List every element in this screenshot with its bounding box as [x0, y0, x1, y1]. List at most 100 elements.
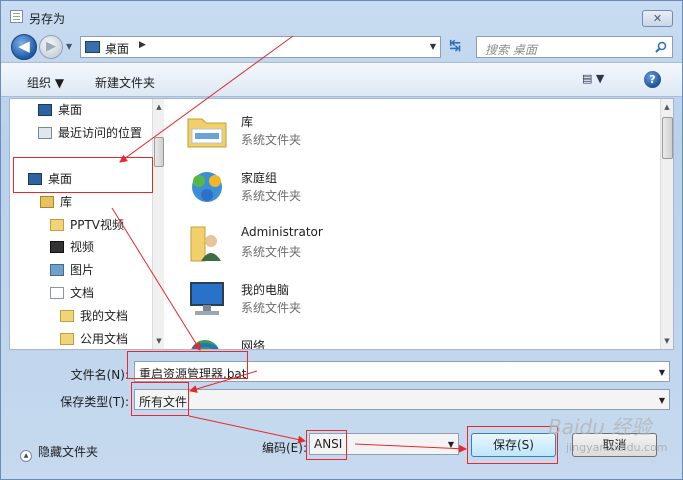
- browser-area: 桌面 最近访问的位置 桌面 库 PPTV视频 视频 图片 文档 我的文档 公用文…: [9, 98, 674, 350]
- sidebar-item-my-documents[interactable]: 我的文档: [60, 306, 128, 326]
- sidebar-item-label: 我的文档: [80, 309, 129, 323]
- filetype-select[interactable]: 所有文件 ▼: [134, 389, 670, 410]
- sidebar-item-desktop[interactable]: 桌面: [38, 100, 82, 120]
- file-type: 系统文件夹: [241, 245, 302, 259]
- list-item[interactable]: 家庭组 系统文件夹: [185, 163, 625, 213]
- filename-field[interactable]: 重启资源管理器.bat ▼: [134, 361, 670, 382]
- encoding-label: 编码(E):: [262, 441, 307, 455]
- watermark-url: jingyan.baidu.com: [566, 441, 668, 454]
- encoding-select[interactable]: ANSI ▼: [309, 433, 459, 455]
- sidebar-item-public-documents[interactable]: 公用文档: [60, 329, 128, 349]
- encoding-dropdown-icon[interactable]: ▼: [448, 440, 454, 449]
- list-item[interactable]: Administrator 系统文件夹: [185, 219, 625, 269]
- desktop-icon: [85, 41, 100, 53]
- recent-places-icon: [38, 127, 52, 139]
- file-type: 系统文件夹: [241, 133, 302, 147]
- filename-label: 文件名(N):: [70, 368, 129, 382]
- navigation-bar: ◀ ▶ ▼ 桌面 ▶ ▼ ↹ 搜索 桌面: [1, 31, 682, 61]
- computer-icon: [190, 282, 224, 315]
- scroll-down-icon[interactable]: ▼: [661, 335, 673, 347]
- recent-pages-chevron-icon[interactable]: ▼: [66, 42, 76, 52]
- search-placeholder: 搜索 桌面: [485, 43, 537, 57]
- documents-icon: [50, 287, 64, 299]
- change-view-icon[interactable]: ▤ ▼: [582, 72, 616, 88]
- file-name: 网络: [241, 339, 266, 349]
- search-input[interactable]: 搜索 桌面: [476, 36, 673, 58]
- organize-menu[interactable]: 组织 ▼: [27, 74, 64, 91]
- file-name: 库: [241, 115, 254, 129]
- refresh-button[interactable]: ↹: [443, 36, 467, 58]
- sidebar-item-pictures[interactable]: 图片: [50, 260, 94, 280]
- folder-icon: [50, 219, 64, 231]
- sidebar-item-label: PPTV视频: [70, 218, 125, 232]
- chevron-right-icon[interactable]: ▶: [139, 40, 146, 50]
- sidebar-item-label: 桌面: [58, 103, 83, 117]
- file-name: 家庭组: [241, 171, 278, 185]
- file-list: 库 系统文件夹 家庭组 系统文件夹 Administrator 系统文件夹 我的…: [165, 99, 673, 349]
- file-name: 我的电脑: [241, 283, 290, 297]
- notepad-icon: [10, 10, 23, 23]
- filetype-label: 保存类型(T):: [60, 395, 129, 409]
- address-dropdown-icon[interactable]: ▼: [430, 42, 436, 51]
- pictures-icon: [50, 264, 64, 276]
- list-item[interactable]: 网络: [185, 331, 625, 349]
- list-item[interactable]: 库 系统文件夹: [185, 107, 625, 157]
- save-button[interactable]: 保存(S): [471, 433, 556, 457]
- sidebar-item-label: 最近访问的位置: [58, 126, 143, 140]
- filename-value[interactable]: 重启资源管理器.bat: [139, 365, 247, 382]
- sidebar-item-desktop-root[interactable]: 桌面: [28, 169, 72, 189]
- sidebar-item-label: 公用文档: [80, 332, 129, 346]
- help-icon[interactable]: ?: [644, 71, 661, 88]
- address-current[interactable]: 桌面: [105, 40, 129, 57]
- command-toolbar: 组织 ▼ 新建文件夹 ▤ ▼ ?: [1, 62, 682, 97]
- scroll-up-icon[interactable]: ▲: [661, 101, 673, 113]
- new-folder-button[interactable]: 新建文件夹: [95, 74, 155, 91]
- sidebar-item-label: 图片: [70, 263, 95, 277]
- library-folder-icon: [187, 118, 227, 148]
- file-type: 系统文件夹: [241, 189, 302, 203]
- address-bar[interactable]: 桌面 ▶ ▼: [80, 36, 441, 58]
- sidebar-scrollbar[interactable]: ▲ ▼: [152, 99, 164, 349]
- video-icon: [50, 241, 64, 253]
- folder-icon: [60, 333, 74, 345]
- scroll-up-icon[interactable]: ▲: [153, 101, 164, 113]
- scroll-thumb[interactable]: [662, 117, 673, 159]
- desktop-icon: [28, 173, 42, 185]
- forward-button[interactable]: ▶: [39, 35, 63, 59]
- collapse-icon: ▲: [20, 450, 32, 462]
- scroll-thumb[interactable]: [154, 137, 164, 167]
- user-folder-icon: [190, 226, 221, 262]
- hide-folders-toggle[interactable]: ▲ 隐藏文件夹: [20, 443, 98, 462]
- desktop-icon: [38, 104, 52, 116]
- filename-dropdown-icon[interactable]: ▼: [659, 368, 665, 377]
- list-item[interactable]: 我的电脑 系统文件夹: [185, 275, 625, 325]
- filetype-value: 所有文件: [139, 395, 188, 409]
- sidebar-item-documents[interactable]: 文档: [50, 283, 94, 303]
- sidebar-item-videos[interactable]: 视频: [50, 237, 94, 257]
- sidebar-item-pptv[interactable]: PPTV视频: [50, 215, 124, 235]
- file-list-scrollbar[interactable]: ▲ ▼: [660, 99, 673, 349]
- close-button[interactable]: ✕: [642, 10, 673, 27]
- filetype-dropdown-icon[interactable]: ▼: [659, 396, 665, 405]
- file-name: Administrator: [241, 225, 323, 239]
- folder-icon: [60, 310, 74, 322]
- navigation-pane: 桌面 最近访问的位置 桌面 库 PPTV视频 视频 图片 文档 我的文档 公用文…: [10, 99, 164, 349]
- back-button[interactable]: ◀: [11, 34, 37, 60]
- network-icon: [191, 340, 219, 349]
- sidebar-item-label: 视频: [70, 240, 95, 254]
- title-bar: 另存为 ✕: [1, 1, 682, 31]
- watermark-logo: Baidu 经验: [548, 415, 652, 439]
- sidebar-item-label: 桌面: [48, 172, 73, 186]
- sidebar-item-label: 库: [60, 195, 73, 209]
- search-icon[interactable]: [655, 41, 667, 53]
- sidebar-item-label: 文档: [70, 286, 95, 300]
- encoding-value: ANSI: [314, 437, 343, 451]
- scroll-down-icon[interactable]: ▼: [153, 335, 164, 347]
- library-icon: [40, 196, 54, 208]
- dialog-title: 另存为: [29, 12, 66, 26]
- save-as-dialog: 另存为 ✕ ◀ ▶ ▼ 桌面 ▶ ▼ ↹ 搜索 桌面 组织 ▼ 新建文件夹 ▤ …: [0, 0, 683, 480]
- sidebar-item-libraries[interactable]: 库: [40, 192, 72, 212]
- file-type: 系统文件夹: [241, 301, 302, 315]
- sidebar-item-recent[interactable]: 最近访问的位置: [38, 123, 142, 143]
- homegroup-icon: [192, 172, 222, 202]
